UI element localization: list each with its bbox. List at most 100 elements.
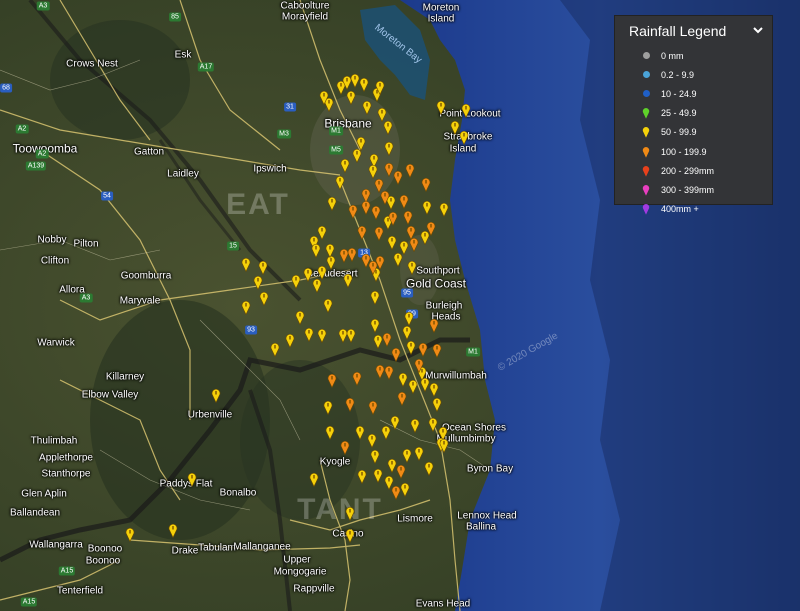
rainfall-station-marker[interactable] bbox=[402, 448, 412, 463]
rainfall-station-marker[interactable] bbox=[211, 388, 221, 403]
rainfall-station-marker[interactable] bbox=[241, 257, 251, 272]
rainfall-station-marker[interactable] bbox=[370, 449, 380, 464]
rainfall-station-marker[interactable] bbox=[357, 225, 367, 240]
rainfall-station-marker[interactable] bbox=[187, 472, 197, 487]
rainfall-station-marker[interactable] bbox=[125, 527, 135, 542]
rainfall-station-marker[interactable] bbox=[418, 342, 428, 357]
rainfall-station-marker[interactable] bbox=[398, 372, 408, 387]
rainfall-station-marker[interactable] bbox=[345, 506, 355, 521]
rainfall-station-marker[interactable] bbox=[373, 468, 383, 483]
rainfall-station-marker[interactable] bbox=[421, 177, 431, 192]
rainfall-station-marker[interactable] bbox=[383, 120, 393, 135]
rainfall-station-marker[interactable] bbox=[325, 425, 335, 440]
chevron-down-icon[interactable] bbox=[752, 24, 764, 36]
rainfall-station-marker[interactable] bbox=[404, 311, 414, 326]
rainfall-station-marker[interactable] bbox=[345, 528, 355, 543]
rainfall-station-marker[interactable] bbox=[346, 90, 356, 105]
rainfall-station-marker[interactable] bbox=[424, 461, 434, 476]
rainfall-station-marker[interactable] bbox=[359, 77, 369, 92]
rainfall-station-marker[interactable] bbox=[370, 290, 380, 305]
rainfall-station-marker[interactable] bbox=[428, 417, 438, 432]
rainfall-station-marker[interactable] bbox=[420, 377, 430, 392]
rainfall-station-marker[interactable] bbox=[375, 255, 385, 270]
rainfall-station-marker[interactable] bbox=[327, 196, 337, 211]
rainfall-station-marker[interactable] bbox=[340, 440, 350, 455]
rainfall-station-marker[interactable] bbox=[429, 382, 439, 397]
rainfall-station-marker[interactable] bbox=[375, 364, 385, 379]
rainfall-station-marker[interactable] bbox=[432, 397, 442, 412]
rainfall-station-marker[interactable] bbox=[393, 252, 403, 267]
rainfall-station-marker[interactable] bbox=[390, 415, 400, 430]
rainfall-station-marker[interactable] bbox=[461, 103, 471, 118]
rainfall-station-marker[interactable] bbox=[408, 379, 418, 394]
rainfall-station-marker[interactable] bbox=[384, 141, 394, 156]
rainfall-station-marker[interactable] bbox=[346, 328, 356, 343]
rainfall-station-marker[interactable] bbox=[439, 438, 449, 453]
rainfall-station-marker[interactable] bbox=[340, 158, 350, 173]
rainfall-station-marker[interactable] bbox=[405, 163, 415, 178]
rainfall-station-marker[interactable] bbox=[426, 221, 436, 236]
rainfall-station-marker[interactable] bbox=[319, 90, 329, 105]
rainfall-station-marker[interactable] bbox=[436, 100, 446, 115]
rainfall-station-marker[interactable] bbox=[393, 170, 403, 185]
rainfall-station-marker[interactable] bbox=[432, 343, 442, 358]
rainfall-station-marker[interactable] bbox=[339, 248, 349, 263]
rainfall-station-marker[interactable] bbox=[241, 300, 251, 315]
rainfall-station-marker[interactable] bbox=[327, 373, 337, 388]
rainfall-station-marker[interactable] bbox=[382, 332, 392, 347]
rainfall-station-marker[interactable] bbox=[343, 273, 353, 288]
rainfall-station-marker[interactable] bbox=[370, 318, 380, 333]
rainfall-station-marker[interactable] bbox=[309, 472, 319, 487]
rainfall-station-marker[interactable] bbox=[391, 347, 401, 362]
rainfall-station-marker[interactable] bbox=[352, 371, 362, 386]
rainfall-station-marker[interactable] bbox=[400, 482, 410, 497]
rainfall-station-marker[interactable] bbox=[348, 204, 358, 219]
rainfall-station-marker[interactable] bbox=[311, 243, 321, 258]
rainfall-station-marker[interactable] bbox=[403, 210, 413, 225]
rainfall-station-marker[interactable] bbox=[414, 446, 424, 461]
rainfall-station-marker[interactable] bbox=[355, 425, 365, 440]
rainfall-station-marker[interactable] bbox=[368, 164, 378, 179]
rainfall-station-marker[interactable] bbox=[396, 464, 406, 479]
rainfall-station-marker[interactable] bbox=[368, 400, 378, 415]
rainfall-station-marker[interactable] bbox=[397, 391, 407, 406]
rainfall-station-marker[interactable] bbox=[323, 400, 333, 415]
rainfall-station-marker[interactable] bbox=[380, 190, 390, 205]
rainfall-station-marker[interactable] bbox=[304, 327, 314, 342]
rainfall-station-marker[interactable] bbox=[414, 358, 424, 373]
rainfall-station-marker[interactable] bbox=[253, 275, 263, 290]
rainfall-station-marker[interactable] bbox=[375, 80, 385, 95]
rainfall-station-marker[interactable] bbox=[409, 237, 419, 252]
rainfall-station-marker[interactable] bbox=[345, 397, 355, 412]
rainfall-station-marker[interactable] bbox=[317, 328, 327, 343]
rainfall-station-marker[interactable] bbox=[259, 291, 269, 306]
rainfall-station-marker[interactable] bbox=[350, 73, 360, 88]
rainfall-station-marker[interactable] bbox=[335, 175, 345, 190]
rainfall-station-marker[interactable] bbox=[367, 433, 377, 448]
rainfall-station-marker[interactable] bbox=[459, 130, 469, 145]
rainfall-station-marker[interactable] bbox=[422, 200, 432, 215]
rainfall-station-marker[interactable] bbox=[295, 310, 305, 325]
rainfall-station-marker[interactable] bbox=[410, 418, 420, 433]
rainfall-station-marker[interactable] bbox=[270, 342, 280, 357]
rainfall-station-marker[interactable] bbox=[323, 298, 333, 313]
rainfall-station-marker[interactable] bbox=[357, 469, 367, 484]
rainfall-station-marker[interactable] bbox=[402, 325, 412, 340]
rainfall-station-marker[interactable] bbox=[285, 333, 295, 348]
rainfall-station-marker[interactable] bbox=[399, 194, 409, 209]
rainfall-station-marker[interactable] bbox=[407, 260, 417, 275]
rainfall-station-marker[interactable] bbox=[406, 340, 416, 355]
rainfall-station-marker[interactable] bbox=[391, 485, 401, 500]
rainfall-station-marker[interactable] bbox=[371, 205, 381, 220]
rainfall-station-marker[interactable] bbox=[168, 523, 178, 538]
rainfall-station-marker[interactable] bbox=[374, 226, 384, 241]
rainfall-station-marker[interactable] bbox=[291, 274, 301, 289]
rainfall-station-marker[interactable] bbox=[325, 243, 335, 258]
rainfall-station-marker[interactable] bbox=[362, 100, 372, 115]
rainfall-station-marker[interactable] bbox=[356, 136, 366, 151]
rainfall-station-marker[interactable] bbox=[258, 260, 268, 275]
rainfall-station-marker[interactable] bbox=[388, 211, 398, 226]
rainfall-station-marker[interactable] bbox=[381, 425, 391, 440]
rainfall-station-marker[interactable] bbox=[312, 278, 322, 293]
rainfall-station-marker[interactable] bbox=[387, 235, 397, 250]
